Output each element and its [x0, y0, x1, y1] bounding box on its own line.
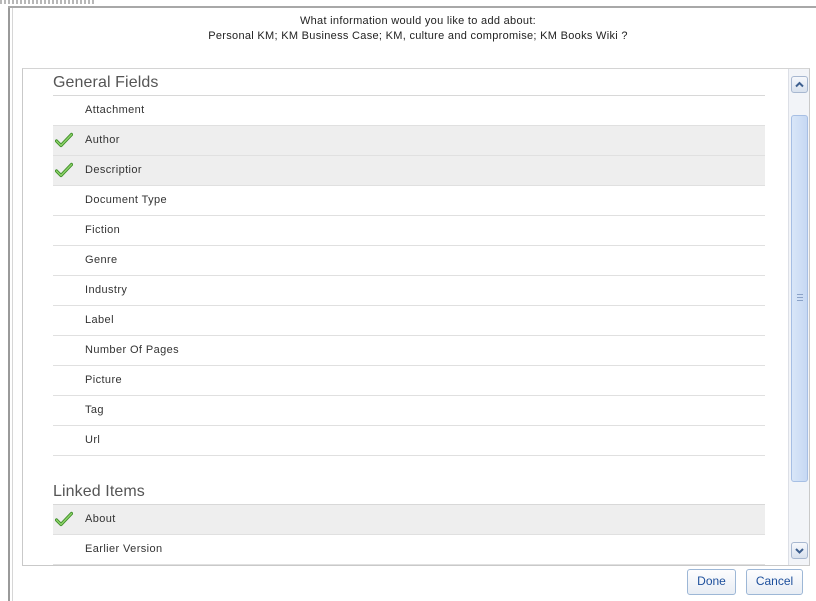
checkmark-icon: [55, 162, 73, 178]
chevron-up-icon: [795, 81, 804, 88]
field-option-row[interactable]: About: [53, 505, 765, 535]
field-option-label: About: [85, 513, 116, 525]
done-button[interactable]: Done: [687, 569, 736, 595]
scroll-up-button[interactable]: [791, 76, 808, 93]
window-frame-dots: [0, 0, 95, 4]
field-option-label: Descriptior: [85, 164, 142, 176]
window-frame-top: [8, 6, 816, 8]
field-option-label: Attachment: [85, 104, 145, 116]
field-option-row[interactable]: Earlier Version: [53, 535, 765, 565]
field-option-row[interactable]: Document Type: [53, 186, 765, 216]
field-option-row[interactable]: Industry: [53, 276, 765, 306]
scrollbar-grip-icon: [797, 294, 803, 302]
field-option-row[interactable]: Author: [53, 126, 765, 156]
field-option-row[interactable]: Attachment: [53, 96, 765, 126]
field-option-row[interactable]: Fiction: [53, 216, 765, 246]
field-option-label: Earlier Version: [85, 543, 163, 555]
field-option-label: Tag: [85, 404, 104, 416]
field-option-label: Number Of Pages: [85, 344, 180, 356]
chevron-down-icon: [795, 548, 804, 554]
scrollbar-thumb[interactable]: [791, 115, 808, 482]
field-list: General Fields Attachment Author Descriptio…: [53, 73, 765, 565]
scroll-down-button[interactable]: [791, 542, 808, 559]
checkmark-icon: [55, 132, 73, 148]
window-frame-left: [8, 8, 10, 601]
dialog-header: What information would you like to add a…: [20, 14, 816, 44]
field-option-row[interactable]: Tag: [53, 396, 765, 426]
field-option-row[interactable]: Descriptior: [53, 156, 765, 186]
field-option-label: Document Type: [85, 194, 168, 206]
field-option-row[interactable]: Genre: [53, 246, 765, 276]
field-option-row[interactable]: Number Of Pages: [53, 336, 765, 366]
field-option-label: Genre: [85, 254, 118, 266]
field-option-row[interactable]: Label: [53, 306, 765, 336]
field-option-label: Author: [85, 134, 120, 146]
field-option-label: Label: [85, 314, 114, 326]
field-option-row[interactable]: Url: [53, 426, 765, 456]
field-option-row[interactable]: Picture: [53, 366, 765, 396]
header-prompt: What information would you like to add a…: [299, 15, 537, 27]
vertical-scrollbar[interactable]: [788, 69, 809, 565]
cancel-button[interactable]: Cancel: [746, 569, 803, 595]
section-title: General Fields: [53, 73, 765, 96]
field-option-label: Picture: [85, 374, 123, 386]
section-title: Linked Items: [53, 482, 765, 505]
checkmark-icon: [55, 511, 73, 527]
field-option-label: Url: [85, 434, 101, 446]
window-frame-left-inner: [12, 8, 13, 601]
field-option-label: Fiction: [85, 224, 121, 236]
field-option-label: Industry: [85, 284, 128, 296]
header-item-list: Personal KM; KM Business Case; KM, cultu…: [208, 30, 628, 42]
field-list-panel[interactable]: General Fields Attachment Author Descriptio…: [22, 68, 810, 566]
